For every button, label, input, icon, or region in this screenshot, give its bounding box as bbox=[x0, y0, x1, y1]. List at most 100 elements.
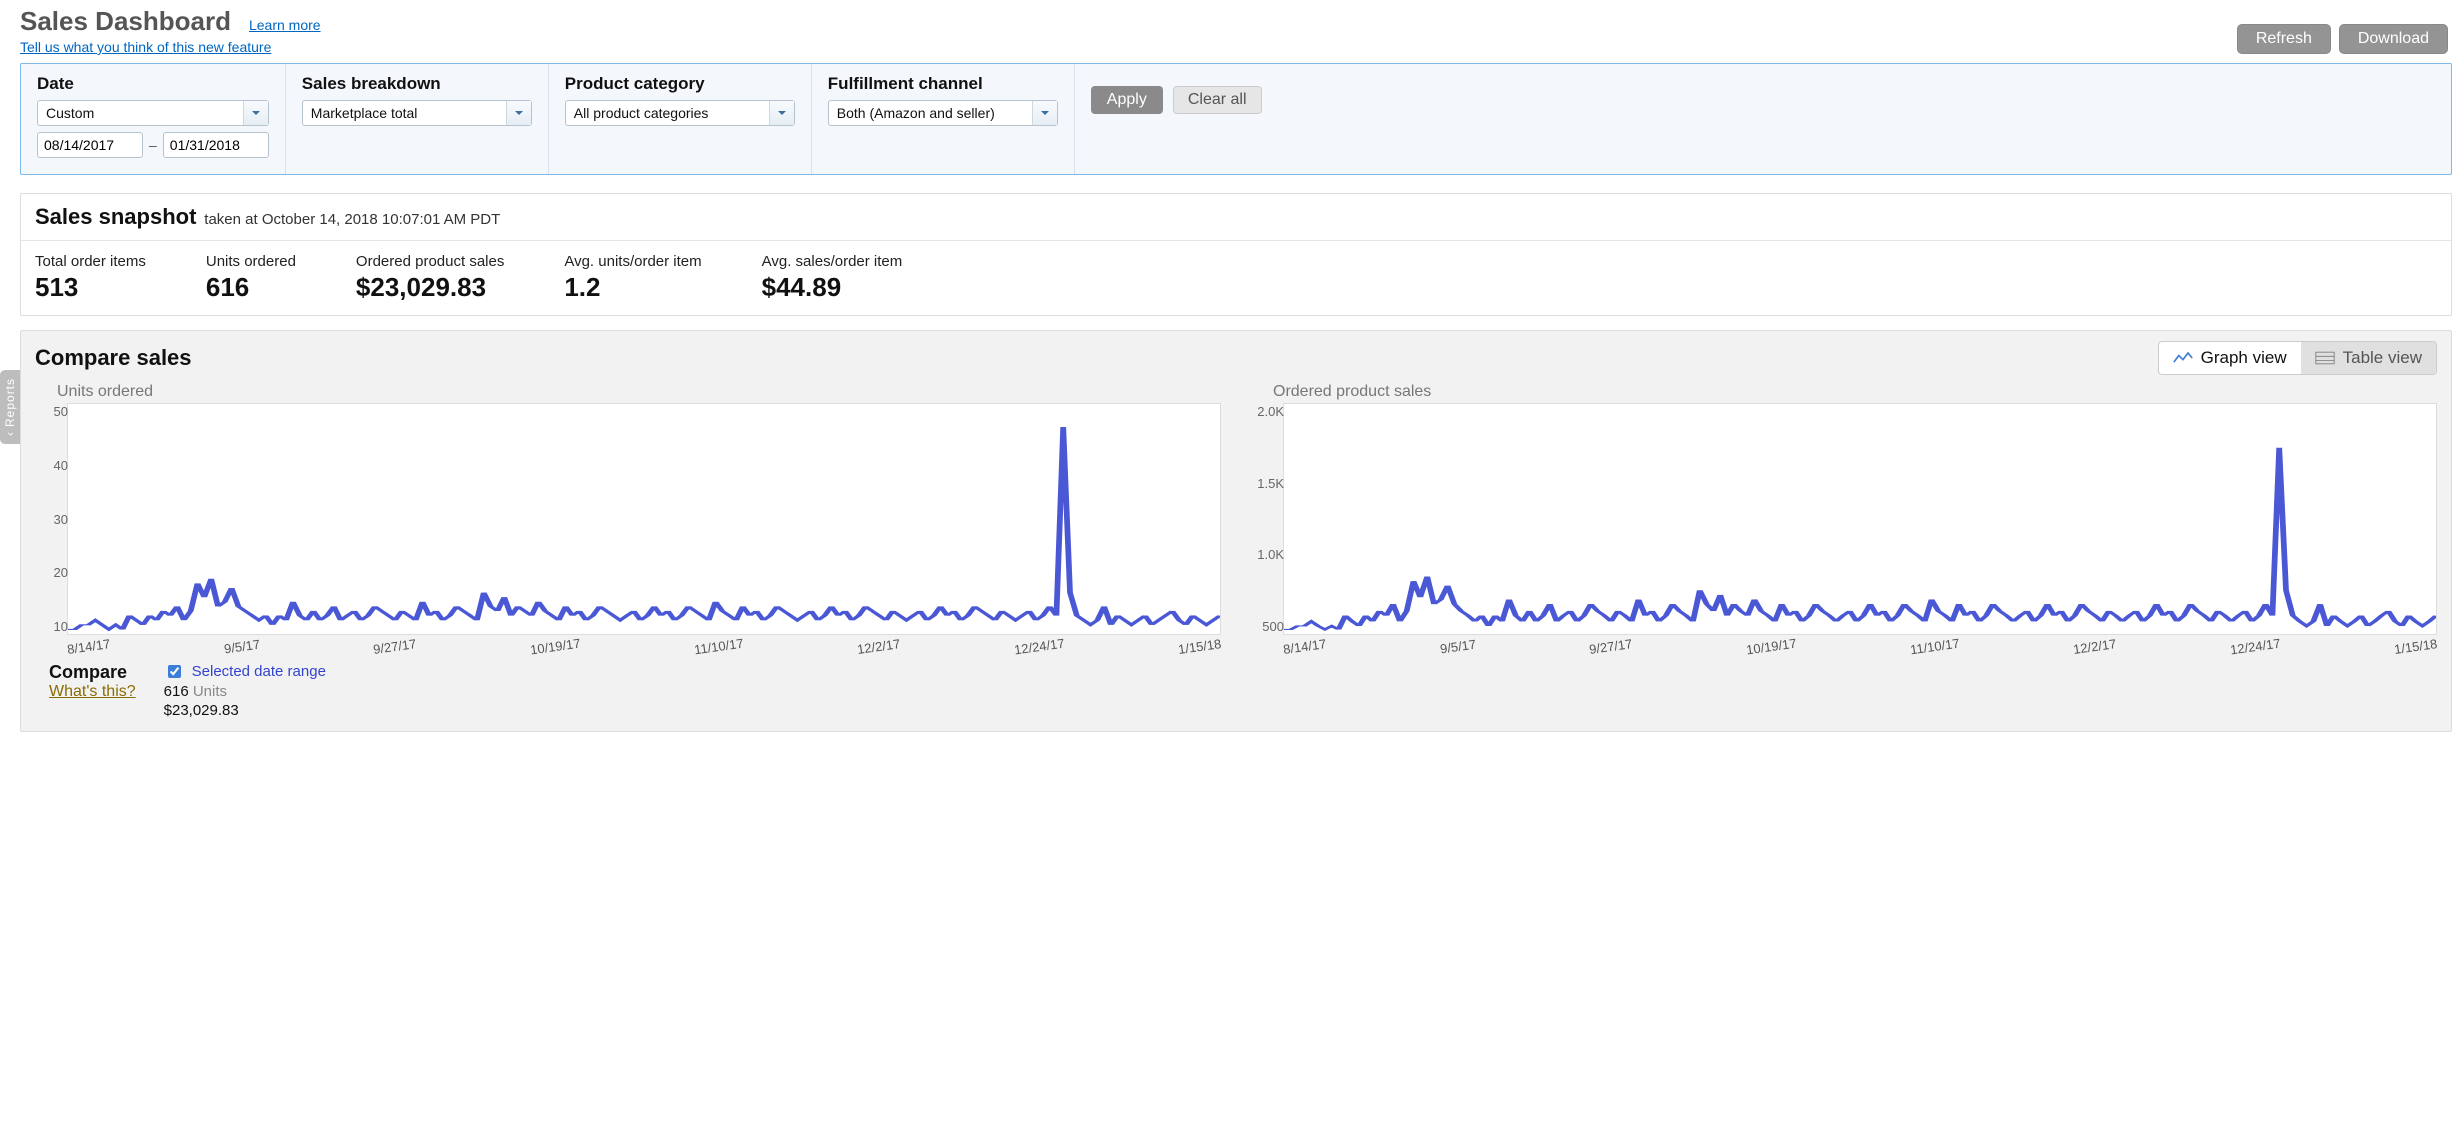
table-view-button[interactable]: Table view bbox=[2301, 342, 2436, 374]
date-preset-select[interactable]: Custom bbox=[37, 100, 269, 126]
apply-button[interactable]: Apply bbox=[1091, 86, 1163, 114]
filter-panel: Date Custom – Sales breakdown Marketplac… bbox=[20, 63, 2452, 175]
date-filter-label: Date bbox=[37, 74, 269, 94]
reports-side-tab[interactable]: ‹ Reports bbox=[0, 370, 20, 444]
chevron-down-icon bbox=[243, 101, 268, 125]
metric-value: 616 bbox=[206, 272, 296, 303]
category-filter-label: Product category bbox=[565, 74, 795, 94]
metric-value: $23,029.83 bbox=[356, 272, 504, 303]
legend-sales-value: $23,029.83 bbox=[164, 702, 326, 719]
learn-more-link[interactable]: Learn more bbox=[249, 17, 321, 33]
chevron-down-icon bbox=[769, 101, 794, 125]
breakdown-filter-label: Sales breakdown bbox=[302, 74, 532, 94]
y-tick: 2.0K bbox=[1257, 404, 1284, 419]
snapshot-taken-prefix: taken at bbox=[204, 211, 262, 228]
y-tick: 20 bbox=[54, 565, 68, 580]
x-tick: 12/2/17 bbox=[856, 636, 901, 657]
channel-select[interactable]: Both (Amazon and seller) bbox=[828, 100, 1058, 126]
legend-checkbox[interactable] bbox=[168, 665, 181, 678]
metric-label: Avg. sales/order item bbox=[762, 253, 903, 270]
breakdown-select[interactable]: Marketplace total bbox=[302, 100, 532, 126]
channel-value: Both (Amazon and seller) bbox=[837, 105, 995, 121]
x-tick: 1/15/18 bbox=[2393, 636, 2438, 657]
x-tick: 8/14/17 bbox=[66, 636, 111, 657]
compare-title: Compare sales bbox=[35, 345, 192, 371]
chart: Units ordered 50403020108/14/17 9/5/17 9/27… bbox=[35, 383, 1221, 654]
x-tick: 12/24/17 bbox=[1013, 636, 1065, 658]
refresh-button[interactable]: Refresh bbox=[2237, 24, 2331, 54]
x-tick: 12/24/17 bbox=[2229, 636, 2281, 658]
chart-plot: 5040302010 bbox=[67, 403, 1221, 635]
metric-label: Avg. units/order item bbox=[564, 253, 701, 270]
category-value: All product categories bbox=[574, 105, 709, 121]
snapshot-title: Sales snapshot bbox=[35, 204, 196, 229]
chevron-left-icon: ‹ bbox=[3, 431, 17, 436]
metric: Avg. sales/order item $44.89 bbox=[762, 253, 903, 303]
graph-view-label: Graph view bbox=[2201, 348, 2287, 368]
metric-label: Total order items bbox=[35, 253, 146, 270]
compare-legend-title: Compare bbox=[49, 662, 136, 683]
y-axis: 2.0K 1.5K 1.0K 500 bbox=[1250, 404, 1286, 634]
y-tick: 40 bbox=[54, 458, 68, 473]
legend-units-value: 616 bbox=[164, 683, 189, 700]
legend-selected-range[interactable]: Selected date range bbox=[164, 662, 326, 681]
table-view-label: Table view bbox=[2343, 348, 2422, 368]
x-tick: 9/5/17 bbox=[223, 637, 261, 657]
y-tick: 50 bbox=[54, 404, 68, 419]
y-tick: 500 bbox=[1262, 619, 1284, 634]
x-tick: 12/2/17 bbox=[2072, 636, 2117, 657]
y-tick: 1.5K bbox=[1257, 476, 1284, 491]
chart-plot: 2.0K1.5K1.0K500 bbox=[1283, 403, 2437, 635]
table-icon bbox=[2315, 351, 2335, 365]
chart-title: Ordered product sales bbox=[1273, 383, 2437, 401]
x-tick: 8/14/17 bbox=[1282, 636, 1327, 657]
y-tick: 30 bbox=[54, 512, 68, 527]
x-tick: 9/5/17 bbox=[1439, 637, 1477, 657]
chart-title: Units ordered bbox=[57, 383, 1221, 401]
chart-line bbox=[1284, 404, 2436, 634]
x-tick: 11/10/17 bbox=[693, 636, 744, 658]
chevron-down-icon bbox=[506, 101, 531, 125]
x-tick: 9/27/17 bbox=[1588, 636, 1633, 657]
legend-units-label: Units bbox=[193, 683, 227, 700]
metric-label: Ordered product sales bbox=[356, 253, 504, 270]
date-preset-value: Custom bbox=[46, 105, 94, 121]
x-tick: 10/19/17 bbox=[529, 636, 581, 658]
whats-this-link[interactable]: What's this? bbox=[49, 683, 136, 701]
date-to-input[interactable] bbox=[163, 132, 269, 158]
y-axis: 5040302010 bbox=[34, 404, 70, 634]
view-toggle: Graph view Table view bbox=[2158, 341, 2437, 375]
compare-sales-panel: Compare sales Graph view Table view Unit… bbox=[20, 330, 2452, 732]
x-axis: 8/14/179/5/179/27/1710/19/1711/10/1712/2… bbox=[67, 639, 1221, 654]
sidetab-label: Reports bbox=[3, 378, 17, 427]
x-tick: 10/19/17 bbox=[1745, 636, 1797, 658]
date-range-dash: – bbox=[149, 137, 157, 153]
metric-value: 1.2 bbox=[564, 272, 701, 303]
x-axis: 8/14/179/5/179/27/1710/19/1711/10/1712/2… bbox=[1283, 639, 2437, 654]
channel-filter-label: Fulfillment channel bbox=[828, 74, 1058, 94]
y-tick: 1.0K bbox=[1257, 547, 1284, 562]
x-tick: 11/10/17 bbox=[1909, 636, 1960, 658]
clear-all-button[interactable]: Clear all bbox=[1173, 86, 1262, 114]
graph-view-button[interactable]: Graph view bbox=[2159, 342, 2301, 374]
date-from-input[interactable] bbox=[37, 132, 143, 158]
snapshot-timestamp: October 14, 2018 10:07:01 AM PDT bbox=[262, 211, 500, 228]
feedback-link[interactable]: Tell us what you think of this new featu… bbox=[20, 39, 321, 55]
chart: Ordered product sales 2.0K 1.5K 1.0K 500 8/14… bbox=[1251, 383, 2437, 654]
metric: Ordered product sales $23,029.83 bbox=[356, 253, 504, 303]
chevron-down-icon bbox=[1032, 101, 1057, 125]
metric-label: Units ordered bbox=[206, 253, 296, 270]
metric: Units ordered 616 bbox=[206, 253, 296, 303]
sales-snapshot-panel: Sales snapshot taken at October 14, 2018… bbox=[20, 193, 2452, 316]
metric: Total order items 513 bbox=[35, 253, 146, 303]
metric-value: $44.89 bbox=[762, 272, 903, 303]
metric: Avg. units/order item 1.2 bbox=[564, 253, 701, 303]
x-tick: 1/15/18 bbox=[1177, 636, 1222, 657]
category-select[interactable]: All product categories bbox=[565, 100, 795, 126]
metric-value: 513 bbox=[35, 272, 146, 303]
download-button[interactable]: Download bbox=[2339, 24, 2448, 54]
line-chart-icon bbox=[2173, 351, 2193, 365]
x-tick: 9/27/17 bbox=[372, 636, 417, 657]
page-header: Sales Dashboard Learn more Tell us what … bbox=[20, 6, 2452, 55]
page-title: Sales Dashboard bbox=[20, 6, 231, 37]
